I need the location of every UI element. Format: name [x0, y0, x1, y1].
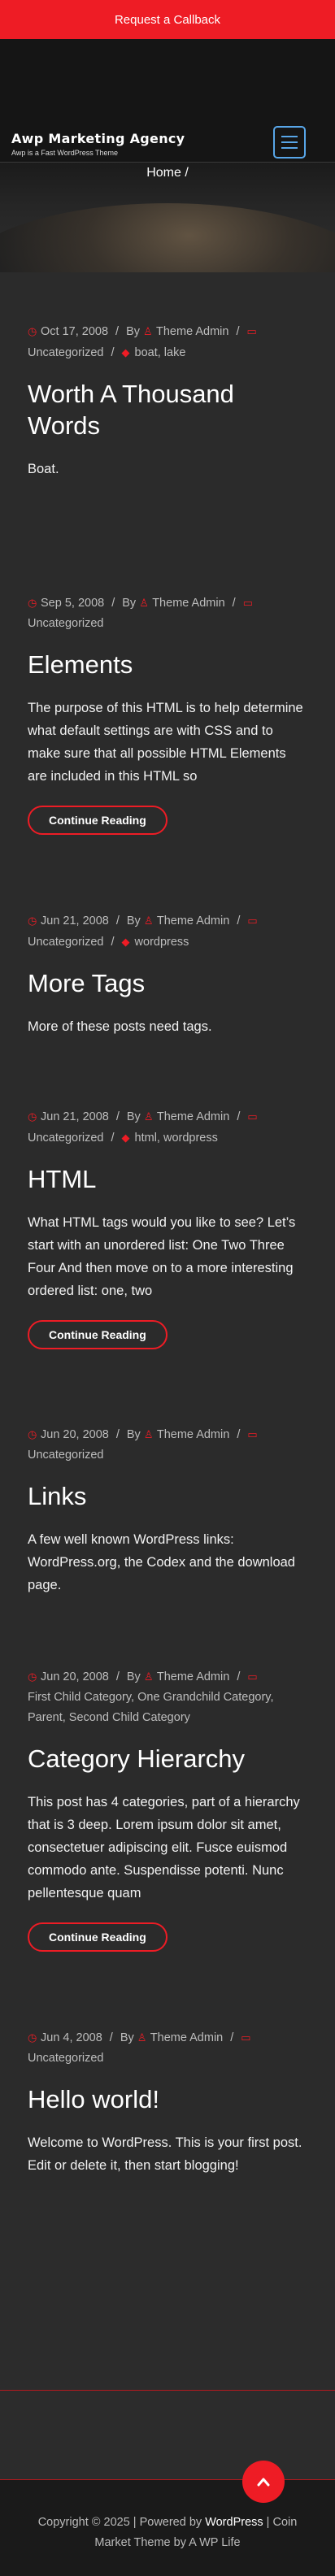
post-categories[interactable]: Uncategorized: [28, 936, 104, 949]
post-item: ◷ Jun 20, 2008/By ♙ Theme Admin / ▭ Uncatego…: [0, 1424, 335, 1666]
menu-toggle-button[interactable]: [273, 126, 306, 159]
post-excerpt: A few well known WordPress links: WordPr…: [28, 1532, 295, 1592]
request-callback-link[interactable]: Request a Callback: [115, 13, 220, 27]
top-bar: Request a Callback: [0, 0, 335, 39]
post-item: ◷ Jun 4, 2008/By ♙ Theme Admin / ▭ Uncategor…: [0, 2027, 335, 2190]
continue-reading-button[interactable]: Continue Reading: [28, 1922, 168, 1952]
folder-icon: ▭: [242, 597, 253, 609]
clock-icon: ◷: [28, 1670, 37, 1683]
folder-icon: ▭: [246, 325, 257, 337]
breadcrumb[interactable]: Home /: [0, 166, 335, 180]
post-excerpt: More of these posts need tags.: [28, 1019, 212, 1034]
page-hero: Home /: [0, 163, 335, 272]
footer-divider: [0, 2390, 335, 2391]
post-list: ◷ Oct 17, 2008/By ♙ Theme Admin / ▭ Uncatego…: [0, 272, 335, 2190]
post-date[interactable]: Oct 17, 2008: [41, 325, 108, 338]
post-title[interactable]: Elements: [28, 649, 307, 680]
post-author[interactable]: Theme Admin: [157, 1428, 229, 1441]
post-item: ◷ Sep 5, 2008/By ♙ Theme Admin / ▭ Uncategor…: [0, 593, 335, 910]
site-footer: Copyright © 2025 | Powered by WordPress …: [0, 2480, 335, 2576]
user-icon: ♙: [143, 1110, 154, 1123]
copyright-text: Copyright © 2025 | Powered by: [37, 2516, 202, 2529]
post-author[interactable]: Theme Admin: [152, 597, 224, 610]
user-icon: ♙: [143, 914, 154, 927]
post-date[interactable]: Jun 21, 2008: [41, 1110, 109, 1123]
user-icon: ♙: [139, 597, 149, 609]
post-meta: ◷ Jun 20, 2008/By ♙ Theme Admin / ▭ First Ch…: [28, 1666, 307, 1728]
site-header: Awp Marketing Agency Awp is a Fast WordP…: [0, 39, 335, 163]
clock-icon: ◷: [28, 325, 37, 337]
post-categories[interactable]: Uncategorized: [28, 346, 104, 359]
wordpress-link[interactable]: WordPress: [205, 2516, 263, 2529]
clock-icon: ◷: [28, 914, 37, 927]
post-author[interactable]: Theme Admin: [150, 2031, 223, 2044]
post-title[interactable]: Category Hierarchy: [28, 1743, 307, 1775]
post-date[interactable]: Jun 21, 2008: [41, 914, 109, 927]
folder-icon: ▭: [247, 1670, 258, 1683]
tag-icon: ◆: [121, 1132, 130, 1144]
post-excerpt: This post has 4 categories, part of a hi…: [28, 1795, 300, 1901]
post-meta: ◷ Jun 4, 2008/By ♙ Theme Admin / ▭ Uncategor…: [28, 2027, 307, 2069]
post-title[interactable]: Hello world!: [28, 2083, 307, 2115]
site-branding: Awp Marketing Agency Awp is a Fast WordP…: [11, 131, 185, 157]
hamburger-icon: [281, 136, 298, 137]
post-item: ◷ Jun 20, 2008/By ♙ Theme Admin / ▭ First Ch…: [0, 1666, 335, 2027]
post-excerpt: The purpose of this HTML is to help dete…: [28, 701, 303, 784]
scroll-to-top-button[interactable]: [242, 2461, 285, 2503]
post-author[interactable]: Theme Admin: [157, 1110, 229, 1123]
clock-icon: ◷: [28, 2031, 37, 2044]
folder-icon: ▭: [247, 1110, 258, 1123]
post-title[interactable]: HTML: [28, 1163, 307, 1195]
site-tagline: Awp is a Fast WordPress Theme: [11, 149, 119, 157]
post-excerpt: Boat.: [28, 462, 59, 476]
post-item: ◷ Oct 17, 2008/By ♙ Theme Admin / ▭ Uncatego…: [0, 321, 335, 593]
clock-icon: ◷: [28, 1110, 37, 1123]
post-date[interactable]: Jun 20, 2008: [41, 1670, 109, 1683]
post-categories[interactable]: Uncategorized: [28, 1449, 104, 1462]
post-author[interactable]: Theme Admin: [157, 914, 229, 927]
post-categories[interactable]: Uncategorized: [28, 617, 104, 630]
tag-icon: ◆: [121, 936, 130, 948]
post-meta: ◷ Jun 20, 2008/By ♙ Theme Admin / ▭ Uncatego…: [28, 1424, 307, 1466]
folder-icon: ▭: [241, 2031, 251, 2044]
post-meta: ◷ Jun 21, 2008/By ♙ Theme Admin / ▭ Uncatego…: [28, 910, 307, 953]
post-author[interactable]: Theme Admin: [157, 1670, 229, 1683]
folder-icon: ▭: [247, 1428, 258, 1440]
user-icon: ♙: [143, 1428, 154, 1440]
post-date[interactable]: Sep 5, 2008: [41, 597, 104, 610]
site-title[interactable]: Awp Marketing Agency: [11, 131, 185, 146]
user-icon: ♙: [143, 325, 153, 337]
post-excerpt: Welcome to WordPress. This is your first…: [28, 2135, 302, 2173]
folder-icon: ▭: [247, 914, 258, 927]
post-item: ◷ Jun 21, 2008/By ♙ Theme Admin / ▭ Uncatego…: [0, 910, 335, 1106]
post-meta: ◷ Sep 5, 2008/By ♙ Theme Admin / ▭ Uncategor…: [28, 593, 307, 634]
post-tags[interactable]: html, wordpress: [135, 1132, 218, 1145]
post-author[interactable]: Theme Admin: [156, 325, 228, 338]
post-tags[interactable]: wordpress: [135, 936, 189, 949]
post-title[interactable]: Worth A Thousand Words: [28, 378, 307, 441]
continue-reading-button[interactable]: Continue Reading: [28, 806, 168, 835]
user-icon: ♙: [143, 1670, 154, 1683]
post-meta: ◷ Oct 17, 2008/By ♙ Theme Admin / ▭ Uncatego…: [28, 321, 307, 363]
tag-icon: ◆: [121, 346, 130, 358]
post-title[interactable]: More Tags: [28, 967, 307, 999]
post-tags[interactable]: boat, lake: [135, 346, 186, 359]
post-excerpt: What HTML tags would you like to see? Le…: [28, 1215, 296, 1298]
continue-reading-button[interactable]: Continue Reading: [28, 1320, 168, 1349]
chevron-up-icon: [257, 2478, 270, 2487]
post-categories[interactable]: First Child Category, One Grandchild Cat…: [28, 1691, 273, 1724]
footer-credits: Copyright © 2025 | Powered by WordPress …: [0, 2513, 335, 2553]
user-icon: ♙: [137, 2031, 147, 2044]
post-date[interactable]: Jun 4, 2008: [41, 2031, 102, 2044]
post-categories[interactable]: Uncategorized: [28, 1132, 104, 1145]
post-meta: ◷ Jun 21, 2008/By ♙ Theme Admin / ▭ Uncatego…: [28, 1106, 307, 1149]
post-item: ◷ Jun 21, 2008/By ♙ Theme Admin / ▭ Uncatego…: [0, 1106, 335, 1424]
post-categories[interactable]: Uncategorized: [28, 2052, 104, 2065]
post-date[interactable]: Jun 20, 2008: [41, 1428, 109, 1441]
clock-icon: ◷: [28, 1428, 37, 1440]
post-title[interactable]: Links: [28, 1480, 307, 1512]
clock-icon: ◷: [28, 597, 37, 609]
